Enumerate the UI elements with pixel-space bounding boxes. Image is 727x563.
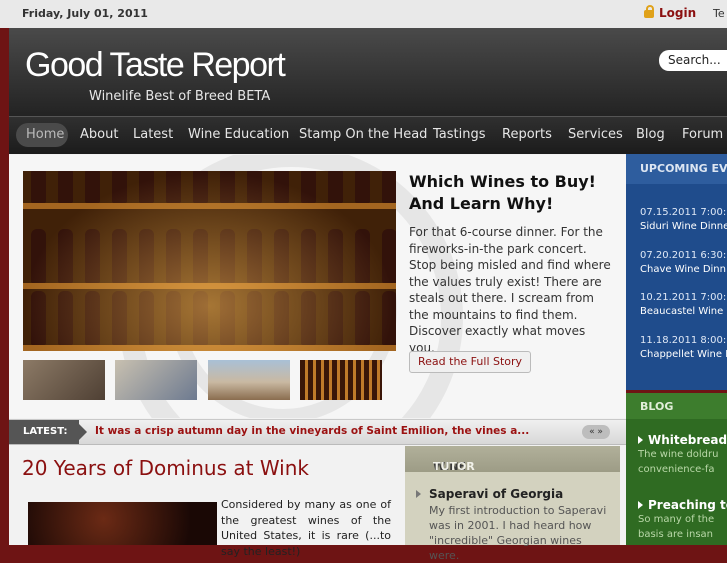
event-item[interactable]: 11.18.2011 8:00:P Chappellet Wine I [640, 334, 727, 362]
events-title: UPCOMING EVE [640, 162, 727, 175]
nav-item-blog[interactable]: Blog [636, 127, 665, 142]
nav-item-home[interactable]: Home [16, 123, 68, 147]
current-date: Friday, July 01, 2011 [22, 7, 148, 20]
thumbnail-4[interactable] [300, 360, 382, 400]
wine-shelf-image[interactable] [23, 171, 396, 351]
wine-tutor-header: WINE TUTOR [405, 446, 620, 473]
event-name: Chave Wine Dinn [640, 264, 726, 275]
nav-item-stamp-on-the-head[interactable]: Stamp On the Head [299, 127, 427, 142]
event-item[interactable]: 07.15.2011 7:00:P Siduri Wine Dinne [640, 206, 727, 234]
latest-ticker: LATEST: It was a crisp autumn day in the… [9, 419, 626, 445]
nav-item-services[interactable]: Services [568, 127, 623, 142]
nav-item-label: Home [26, 127, 65, 142]
event-date: 07.15.2011 7:00:P [640, 207, 727, 218]
thumbnail-1[interactable] [23, 360, 105, 400]
article-title[interactable]: 20 Years of Dominus at Wink [22, 456, 309, 480]
article-image[interactable] [28, 502, 217, 545]
blog-post-excerpt: basis are insan [638, 529, 713, 540]
site-header: Good Taste Report Winelife Best of Breed… [9, 28, 727, 116]
main-nav: Home About Latest Wine Education Stamp O… [9, 116, 727, 155]
blog-post-excerpt: The wine doldru [638, 449, 719, 460]
blog-post-excerpt: So many of the [638, 514, 715, 525]
event-item[interactable]: 07.20.2011 6:30:P Chave Wine Dinn [640, 249, 727, 277]
thumbnail-2[interactable] [115, 360, 197, 400]
search-input[interactable]: Search... [659, 50, 727, 71]
featured-title[interactable]: Which Wines to Buy! And Learn Why! [409, 171, 619, 215]
events-header: UPCOMING EVE [626, 154, 727, 184]
blog-post-title[interactable]: Preaching to [648, 498, 727, 512]
bullet-arrow-icon [638, 501, 643, 509]
nav-item-latest[interactable]: Latest [133, 127, 173, 142]
site-tagline: Winelife Best of Breed BETA [89, 89, 271, 104]
lock-icon [644, 5, 654, 18]
event-date: 10.21.2011 7:00:P [640, 292, 727, 303]
wine-tutor-panel: WINE TUTOR Saperavi of Georgia My first … [405, 446, 620, 562]
site-logo[interactable]: Good Taste Report [25, 46, 286, 85]
ticker-arrows[interactable]: « » [582, 425, 610, 439]
nav-item-about[interactable]: About [80, 127, 118, 142]
tutor-item-title[interactable]: Saperavi of Georgia [429, 487, 563, 501]
blog-post[interactable]: Whitebread The wine doldru convenience-f… [638, 433, 727, 477]
event-date: 11.18.2011 8:00:P [640, 335, 727, 346]
tutor-item-body: My first introduction to Saperavi was in… [429, 504, 607, 562]
event-name: Siduri Wine Dinne [640, 221, 727, 232]
latest-label: LATEST: [9, 420, 87, 444]
read-full-story-button[interactable]: Read the Full Story [409, 351, 532, 373]
event-name: Chappellet Wine I [640, 349, 727, 360]
top-bar-link-fragment[interactable]: Te [713, 7, 725, 20]
login-label: Login [659, 6, 697, 20]
featured-story: Which Wines to Buy! And Learn Why! For t… [9, 155, 626, 418]
thumbnail-3[interactable] [208, 360, 290, 400]
image-glow [23, 171, 396, 351]
blog-title: BLOG [640, 400, 674, 413]
latest-headline[interactable]: It was a crisp autumn day in the vineyar… [95, 425, 529, 437]
upcoming-events-panel: UPCOMING EVE 07.15.2011 7:00:P Siduri Win… [626, 154, 727, 390]
blog-post-title[interactable]: Whitebread [648, 433, 727, 447]
login-link[interactable]: Login [644, 5, 697, 20]
bullet-arrow-icon [416, 490, 421, 498]
nav-item-reports[interactable]: Reports [502, 127, 552, 142]
top-bar: Friday, July 01, 2011 Login Te [0, 0, 727, 29]
event-name: Beaucastel Wine [640, 306, 724, 317]
nav-item-wine-education[interactable]: Wine Education [188, 127, 289, 142]
nav-item-tastings[interactable]: Tastings [433, 127, 486, 142]
blog-post[interactable]: Preaching to So many of the basis are in… [638, 498, 727, 542]
blog-panel: BLOG Whitebread The wine doldru convenie… [626, 393, 727, 545]
blog-header: BLOG [626, 393, 727, 419]
event-item[interactable]: 10.21.2011 7:00:P Beaucastel Wine [640, 291, 727, 319]
nav-item-forum[interactable]: Forum [682, 127, 723, 142]
article-body: Considered by many as one of the greates… [221, 498, 391, 558]
wine-tutor-title-part2: TUTOR [433, 460, 475, 473]
featured-body: For that 6-course dinner. For the firewo… [409, 225, 611, 355]
blog-post-excerpt: convenience-fa [638, 464, 715, 475]
event-date: 07.20.2011 6:30:P [640, 250, 727, 261]
bullet-arrow-icon [638, 436, 643, 444]
left-border [0, 28, 9, 545]
